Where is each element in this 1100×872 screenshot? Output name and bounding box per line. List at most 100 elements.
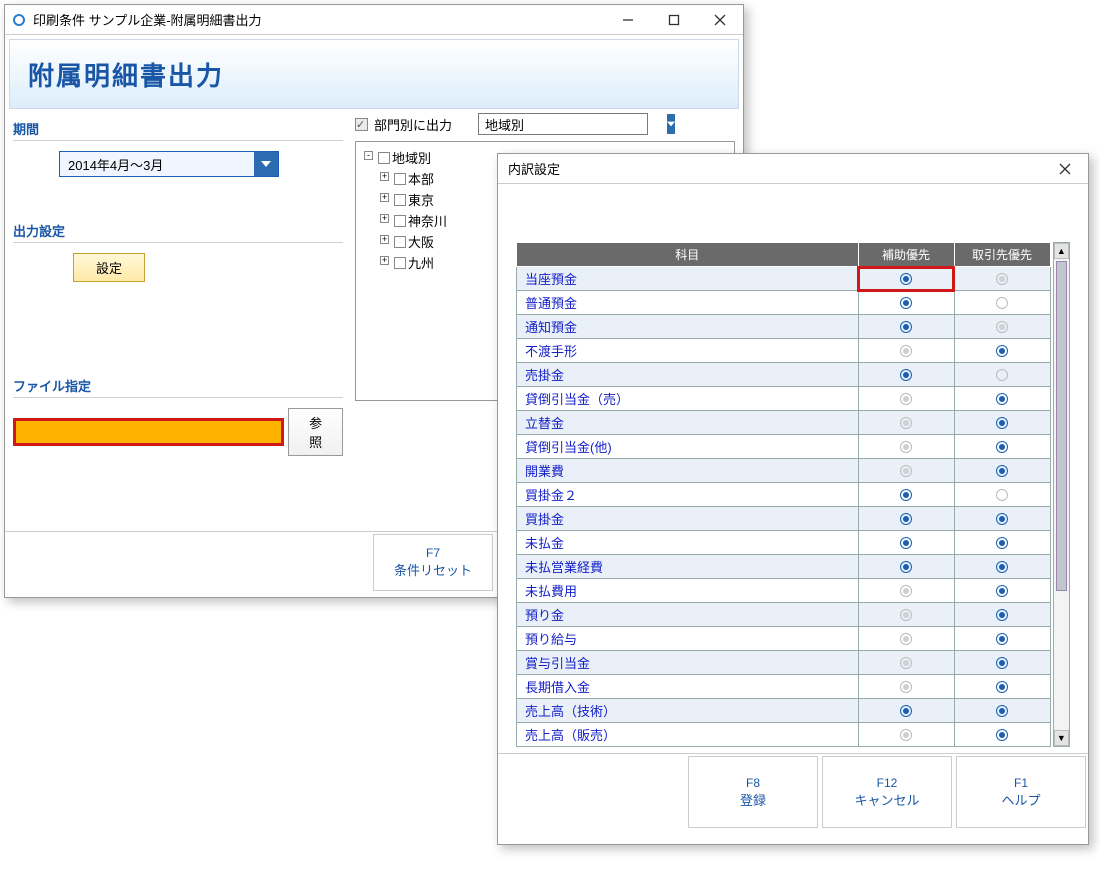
aux-priority-radio[interactable] — [900, 561, 912, 573]
row-subject: 売上高（技術） — [517, 699, 859, 723]
row-subject: 当座預金 — [517, 267, 859, 291]
footer-f8[interactable]: F8登録 — [688, 756, 818, 828]
partner-priority-radio[interactable] — [996, 321, 1008, 333]
aux-priority-radio[interactable] — [900, 633, 912, 645]
row-subject: 不渡手形 — [517, 339, 859, 363]
aux-priority-radio[interactable] — [900, 417, 912, 429]
aux-priority-radio[interactable] — [900, 345, 912, 357]
aux-priority-radio[interactable] — [900, 681, 912, 693]
aux-priority-radio[interactable] — [900, 321, 912, 333]
table-row: 未払費用 — [517, 579, 1051, 603]
period-label: 期間 — [13, 119, 343, 138]
tree-checkbox[interactable] — [378, 152, 390, 164]
dialog-title: 内訳設定 — [504, 159, 1042, 178]
collapse-icon[interactable]: - — [364, 151, 373, 160]
dept-output-checkbox[interactable] — [355, 118, 368, 131]
partner-priority-radio[interactable] — [996, 345, 1008, 357]
settings-button[interactable]: 設定 — [73, 253, 145, 282]
aux-priority-radio[interactable] — [900, 705, 912, 717]
period-combo[interactable] — [59, 151, 279, 177]
expand-icon[interactable]: + — [380, 256, 389, 265]
browse-button[interactable]: 参照 — [288, 408, 343, 456]
table-row: 賞与引当金 — [517, 651, 1051, 675]
aux-priority-radio[interactable] — [900, 273, 912, 285]
partner-priority-radio[interactable] — [996, 729, 1008, 741]
aux-priority-radio[interactable] — [900, 297, 912, 309]
dept-combo-input[interactable] — [479, 114, 667, 134]
partner-priority-radio[interactable] — [996, 369, 1008, 381]
table-row: 開業費 — [517, 459, 1051, 483]
aux-priority-radio[interactable] — [900, 369, 912, 381]
aux-priority-radio[interactable] — [900, 729, 912, 741]
table-row: 貸倒引当金（売） — [517, 387, 1051, 411]
partner-priority-radio[interactable] — [996, 537, 1008, 549]
partner-priority-radio[interactable] — [996, 297, 1008, 309]
tree-checkbox[interactable] — [394, 173, 406, 185]
close-button[interactable] — [697, 5, 743, 35]
chevron-down-icon[interactable] — [254, 152, 278, 176]
row-subject: 賞与引当金 — [517, 651, 859, 675]
partner-priority-radio[interactable] — [996, 441, 1008, 453]
scroll-down-icon[interactable]: ▼ — [1054, 730, 1069, 746]
row-subject: 未払費用 — [517, 579, 859, 603]
aux-priority-radio[interactable] — [900, 585, 912, 597]
expand-icon[interactable]: + — [380, 235, 389, 244]
partner-priority-radio[interactable] — [996, 513, 1008, 525]
partner-priority-radio[interactable] — [996, 585, 1008, 597]
partner-priority-radio[interactable] — [996, 633, 1008, 645]
chevron-down-icon[interactable] — [667, 114, 675, 134]
aux-priority-radio[interactable] — [900, 441, 912, 453]
partner-priority-radio[interactable] — [996, 393, 1008, 405]
footer-f7[interactable]: F7条件リセット — [373, 534, 493, 591]
expand-icon[interactable]: + — [380, 214, 389, 223]
close-button[interactable] — [1042, 154, 1088, 184]
aux-priority-radio[interactable] — [900, 537, 912, 549]
partner-priority-radio[interactable] — [996, 417, 1008, 429]
aux-priority-radio[interactable] — [900, 465, 912, 477]
aux-priority-radio[interactable] — [900, 513, 912, 525]
priority-grid: 科目 補助優先 取引先優先 当座預金普通預金通知預金不渡手形売掛金貸倒引当金（売… — [516, 242, 1051, 747]
scroll-up-icon[interactable]: ▲ — [1054, 243, 1069, 259]
aux-priority-radio[interactable] — [900, 657, 912, 669]
col-subject: 科目 — [517, 243, 859, 267]
col-partner[interactable]: 取引先優先 — [954, 243, 1050, 267]
scroll-thumb[interactable] — [1056, 261, 1067, 591]
dialog-titlebar[interactable]: 内訳設定 — [498, 154, 1088, 184]
partner-priority-radio[interactable] — [996, 609, 1008, 621]
table-row: 預り給与 — [517, 627, 1051, 651]
tree-checkbox[interactable] — [394, 257, 406, 269]
file-label: ファイル指定 — [13, 376, 343, 395]
tree-checkbox[interactable] — [394, 236, 406, 248]
maximize-button[interactable] — [651, 5, 697, 35]
partner-priority-radio[interactable] — [996, 561, 1008, 573]
footer-f12[interactable]: F12キャンセル — [822, 756, 952, 828]
dept-combo[interactable] — [478, 113, 648, 135]
aux-priority-radio[interactable] — [900, 489, 912, 501]
partner-priority-radio[interactable] — [996, 273, 1008, 285]
table-row: 未払営業経費 — [517, 555, 1051, 579]
partner-priority-radio[interactable] — [996, 681, 1008, 693]
footer-f1[interactable]: F1ヘルプ — [956, 756, 1086, 828]
main-titlebar[interactable]: 印刷条件 サンプル企業-附属明細書出力 — [5, 5, 743, 35]
row-subject: 買掛金２ — [517, 483, 859, 507]
col-aux[interactable]: 補助優先 — [858, 243, 954, 267]
partner-priority-radio[interactable] — [996, 465, 1008, 477]
minimize-button[interactable] — [605, 5, 651, 35]
expand-icon[interactable]: + — [380, 193, 389, 202]
tree-checkbox[interactable] — [394, 215, 406, 227]
table-row: 通知預金 — [517, 315, 1051, 339]
period-input[interactable] — [60, 152, 254, 176]
table-row: 立替金 — [517, 411, 1051, 435]
aux-priority-radio[interactable] — [900, 393, 912, 405]
table-row: 預り金 — [517, 603, 1051, 627]
aux-priority-radio[interactable] — [900, 609, 912, 621]
partner-priority-radio[interactable] — [996, 489, 1008, 501]
partner-priority-radio[interactable] — [996, 705, 1008, 717]
expand-icon[interactable]: + — [380, 172, 389, 181]
partner-priority-radio[interactable] — [996, 657, 1008, 669]
breakdown-dialog: 内訳設定 科目 補助優先 取引先優先 当座預金普通預金通知預金不渡手形売掛金貸倒… — [497, 153, 1089, 845]
grid-scrollbar[interactable]: ▲ ▼ — [1053, 242, 1070, 747]
file-path-input[interactable] — [13, 418, 284, 446]
tree-checkbox[interactable] — [394, 194, 406, 206]
table-row: 売掛金 — [517, 363, 1051, 387]
